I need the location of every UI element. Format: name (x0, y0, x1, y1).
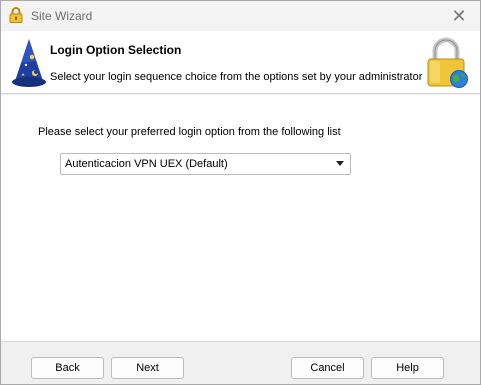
prompt-label: Please select your preferred login optio… (38, 126, 341, 138)
back-button[interactable]: Back (31, 357, 104, 379)
help-button[interactable]: Help (371, 357, 444, 379)
footer-divider (1, 341, 480, 342)
next-button[interactable]: Next (111, 357, 184, 379)
wizard-body: Please select your preferred login optio… (1, 95, 480, 341)
close-icon: ✕ (451, 5, 467, 26)
dropdown-arrow-icon (336, 161, 344, 166)
title-bar: Site Wizard ✕ (1, 1, 480, 31)
login-option-select[interactable]: Autenticacion VPN UEX (Default) (60, 153, 351, 175)
header-subtitle: Select your login sequence choice from t… (50, 71, 423, 83)
login-option-selected: Autenticacion VPN UEX (Default) (65, 158, 228, 170)
header-title: Login Option Selection (50, 43, 182, 57)
lock-icon (9, 7, 23, 23)
window-title: Site Wizard (31, 9, 93, 23)
site-wizard-window: Site Wizard ✕ Login Option Selection Sel… (0, 0, 481, 385)
wizard-hat-icon (12, 39, 46, 87)
cancel-button[interactable]: Cancel (291, 357, 364, 379)
wizard-header: Login Option Selection Select your login… (1, 31, 480, 94)
padlock-globe-icon (427, 37, 468, 88)
close-button[interactable]: ✕ (438, 1, 480, 31)
